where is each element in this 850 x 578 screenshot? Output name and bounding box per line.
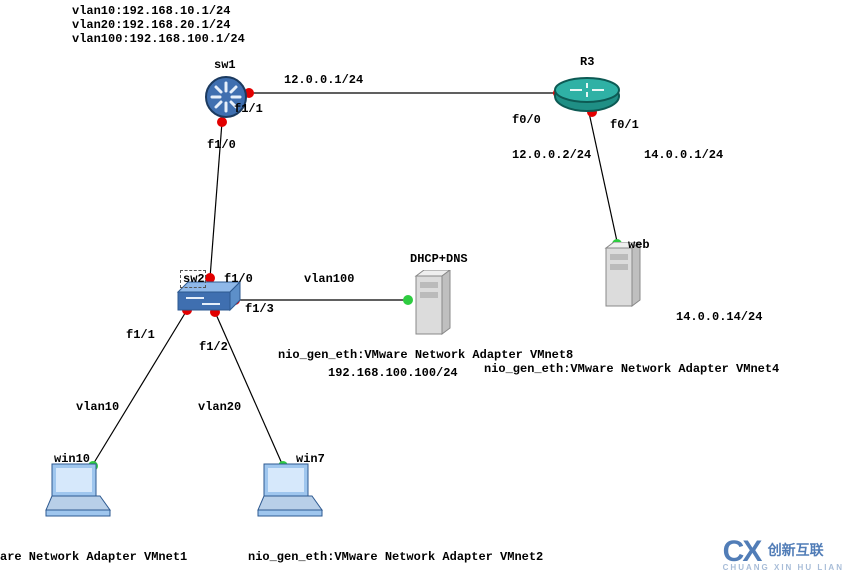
sw1-f11: f1/1 [234, 102, 263, 116]
r3-f00: f0/0 [512, 113, 541, 127]
net14-14: 14.0.0.14/24 [676, 310, 762, 324]
watermark-py: CHUANG XIN HU LIAN [723, 563, 844, 572]
nio-vmnet4: nio_gen_eth:VMware Network Adapter VMnet… [484, 362, 779, 376]
net12-1: 12.0.0.1/24 [284, 73, 363, 87]
vlan100-header: vlan100:192.168.100.1/24 [72, 32, 245, 46]
sw2-f12: f1/2 [199, 340, 228, 354]
web-label: web [628, 238, 650, 252]
r3-f01: f0/1 [610, 118, 639, 132]
dhcp-server-icon [404, 270, 460, 346]
r3-icon [552, 74, 622, 122]
vlan10-header: vlan10:192.168.10.1/24 [72, 4, 230, 18]
net12-2: 12.0.0.2/24 [512, 148, 591, 162]
win7-label: win7 [296, 452, 325, 466]
web-server-icon [594, 242, 650, 318]
vlan10-link: vlan10 [76, 400, 119, 414]
nio-vmnet8: nio_gen_eth:VMware Network Adapter VMnet… [278, 348, 573, 362]
dhcp-ip: 192.168.100.100/24 [328, 366, 458, 380]
vlan100-link: vlan100 [304, 272, 354, 286]
sw2-label: sw2 [183, 272, 205, 286]
net14-1: 14.0.0.1/24 [644, 148, 723, 162]
sw1-icon [202, 73, 250, 125]
watermark-cn: 创新互联 [768, 542, 824, 558]
sw1-label: sw1 [214, 58, 236, 72]
dhcp-label: DHCP+DNS [410, 252, 468, 266]
sw2-f10: f1/0 [224, 272, 253, 286]
sw2-f11: f1/1 [126, 328, 155, 342]
win10-label: win10 [54, 452, 90, 466]
link-sw2-win7 [215, 312, 283, 466]
vlan20-link: vlan20 [198, 400, 241, 414]
nio-vmnet2: nio_gen_eth:VMware Network Adapter VMnet… [248, 550, 543, 564]
win10-pc-icon [44, 458, 120, 526]
nio-vmnet1: are Network Adapter VMnet1 [0, 550, 187, 564]
r3-label: R3 [580, 55, 594, 69]
win7-pc-icon [256, 458, 332, 526]
sw1-f10: f1/0 [207, 138, 236, 152]
sw2-f13: f1/3 [245, 302, 274, 316]
vlan20-header: vlan20:192.168.20.1/24 [72, 18, 230, 32]
watermark: CX 创新互联 CHUANG XIN HU LIAN [723, 535, 844, 572]
